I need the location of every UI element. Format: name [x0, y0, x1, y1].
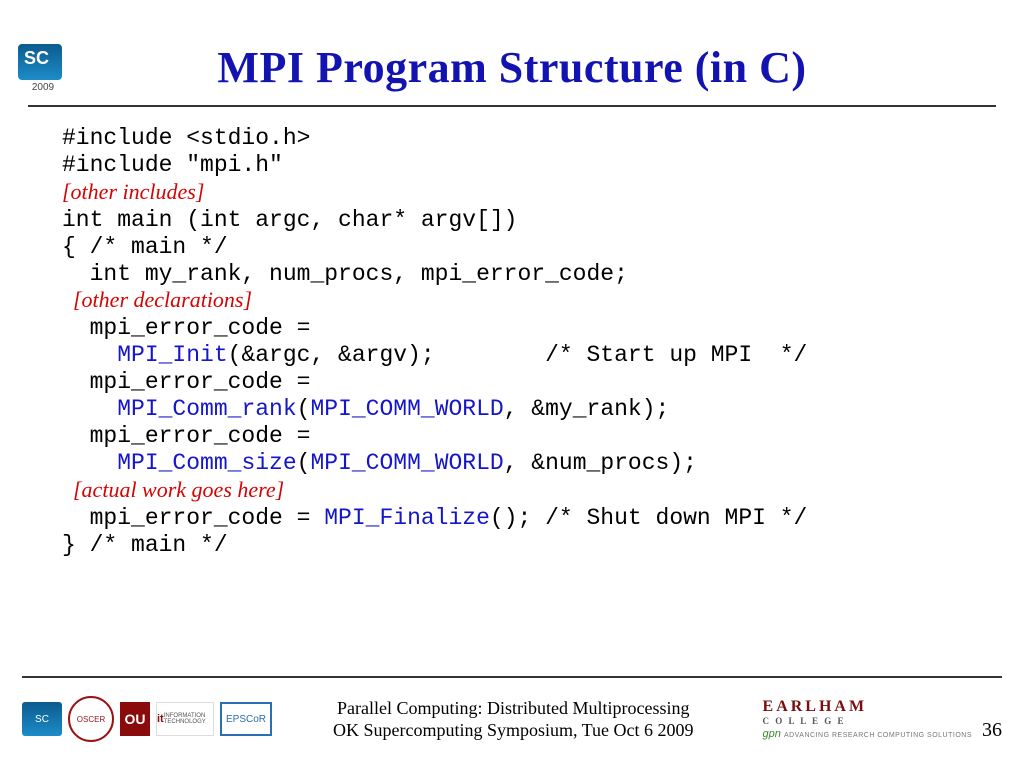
code-line: int main (int argc, char* argv[]) — [62, 207, 517, 233]
footer-logos-right: EARLHAM C O L L E G E gpn ADVANCING RESE… — [763, 698, 972, 740]
slide-title: MPI Program Structure (in C) — [0, 0, 1024, 93]
footer-caption-line1: Parallel Computing: Distributed Multipro… — [272, 697, 755, 720]
slide: SC 2009 MPI Program Structure (in C) #in… — [0, 0, 1024, 768]
code-line: MPI_Comm_rank(MPI_COMM_WORLD, &my_rank); — [62, 396, 669, 422]
code-line: { /* main */ — [62, 234, 228, 260]
sc-logo-footer: SC — [22, 702, 62, 736]
mpi-init: MPI_Init — [117, 342, 227, 368]
code-line: mpi_error_code = MPI_Finalize(); /* Shut… — [62, 505, 807, 531]
annotation-includes: [other includes] — [62, 179, 204, 204]
mpi-finalize: MPI_Finalize — [324, 505, 490, 531]
annotation-declarations: [other declarations] — [62, 287, 252, 312]
code-line: } /* main */ — [62, 532, 228, 558]
code-line: #include <stdio.h> — [62, 125, 310, 151]
mpi-comm-size: MPI_Comm_size — [117, 450, 296, 476]
mpi-comm-world: MPI_COMM_WORLD — [310, 450, 503, 476]
gpn-logo: gpn ADVANCING RESEARCH COMPUTING SOLUTIO… — [763, 728, 972, 740]
footer-caption-line2: OK Supercomputing Symposium, Tue Oct 6 2… — [272, 719, 755, 742]
code-line: #include "mpi.h" — [62, 152, 283, 178]
footer-caption: Parallel Computing: Distributed Multipro… — [272, 697, 755, 742]
code-line: int my_rank, num_procs, mpi_error_code; — [62, 261, 628, 287]
code-line: mpi_error_code = — [62, 423, 310, 449]
epscor-logo: EPSCoR — [220, 702, 272, 736]
it-logo: itINFORMATION TECHNOLOGY — [156, 702, 214, 736]
earlham-logo: EARLHAM C O L L E G E — [763, 698, 868, 726]
footer-logos-left: SC OSCER OU itINFORMATION TECHNOLOGY EPS… — [22, 696, 272, 742]
oscer-logo: OSCER — [68, 696, 114, 742]
slide-footer: SC OSCER OU itINFORMATION TECHNOLOGY EPS… — [0, 676, 1024, 768]
code-line: mpi_error_code = — [62, 315, 310, 341]
code-line: MPI_Init(&argc, &argv); /* Start up MPI … — [62, 342, 807, 368]
mpi-comm-world: MPI_COMM_WORLD — [310, 396, 503, 422]
code-line: mpi_error_code = — [62, 369, 310, 395]
page-number: 36 — [982, 719, 1002, 754]
ou-logo: OU — [120, 702, 150, 736]
sc-logo-year: 2009 — [18, 82, 68, 93]
mpi-comm-rank: MPI_Comm_rank — [117, 396, 296, 422]
code-line: MPI_Comm_size(MPI_COMM_WORLD, &num_procs… — [62, 450, 697, 476]
sc-logo-text: SC — [24, 48, 49, 69]
sc-logo-top: SC 2009 — [18, 44, 68, 94]
footer-divider — [22, 676, 1002, 678]
code-block: #include <stdio.h> #include "mpi.h" [oth… — [62, 125, 962, 559]
annotation-work: [actual work goes here] — [62, 477, 284, 502]
slide-body: #include <stdio.h> #include "mpi.h" [oth… — [0, 107, 1024, 559]
